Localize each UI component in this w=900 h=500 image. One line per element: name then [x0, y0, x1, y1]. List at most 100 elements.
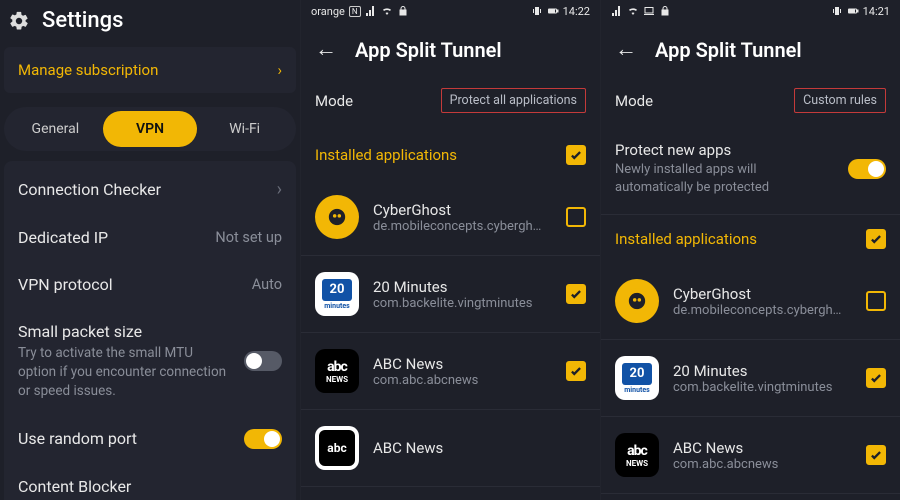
app-row: 20minutes 20 Minutescom.backelite.vingtmi… — [601, 340, 900, 417]
wifi-icon — [627, 5, 639, 17]
split-tunnel-pane-custom: 14:21 ← App Split Tunnel Mode Custom rul… — [600, 0, 900, 500]
row-dedicated-ip[interactable]: Dedicated IP Not set up — [4, 214, 296, 261]
app-name: 20 Minutes — [673, 362, 852, 380]
app-name: ABC News — [373, 439, 586, 457]
row-value: Not set up — [215, 229, 282, 246]
settings-tabs: General VPN Wi-Fi — [4, 107, 296, 151]
app-name: CyberGhost — [673, 285, 852, 303]
mode-value: Custom rules — [794, 88, 886, 113]
app-row: CyberGhostde.mobileconcepts.cybergh… — [601, 263, 900, 340]
chevron-right-icon: › — [277, 61, 282, 79]
app-row: abc ABC News — [301, 410, 600, 487]
status-bar: orange N 14:22 — [301, 0, 600, 22]
lock-icon — [397, 5, 409, 17]
settings-header: Settings — [0, 0, 300, 47]
installed-apps-checkbox[interactable] — [566, 145, 586, 165]
app-package: com.abc.abcnews — [673, 457, 852, 472]
installed-apps-header: Installed applications — [301, 131, 600, 179]
row-connection-checker[interactable]: Connection Checker › — [4, 165, 296, 214]
app-row: 20minutes 20 Minutescom.backelite.vingtmi… — [301, 256, 600, 333]
row-title: Small packet size — [18, 322, 228, 341]
nfc-icon: N — [349, 6, 361, 17]
installed-apps-label: Installed applications — [615, 230, 757, 248]
wifi-icon — [381, 5, 393, 17]
app-package: com.backelite.vingtminutes — [673, 380, 852, 395]
row-title: Dedicated IP — [18, 228, 108, 247]
abc2-app-icon: abc — [315, 426, 359, 470]
mode-label: Mode — [315, 92, 353, 110]
app-name: ABC News — [673, 439, 852, 457]
app-row: abcNEWS ABC Newscom.abc.abcnews — [301, 333, 600, 410]
installed-apps-label: Installed applications — [315, 146, 457, 164]
lock-icon — [659, 5, 671, 17]
battery-icon — [847, 5, 859, 17]
row-vpn-protocol[interactable]: VPN protocol Auto — [4, 261, 296, 308]
app-package: com.abc.abcnews — [373, 373, 552, 388]
tab-wifi[interactable]: Wi-Fi — [197, 111, 292, 147]
app-checkbox[interactable] — [566, 284, 586, 304]
app-row: CyberGhostde.mobileconcepts.cybergh… — [301, 179, 600, 256]
row-title: Connection Checker — [18, 180, 161, 199]
toggle-small-packet[interactable] — [244, 351, 282, 371]
mode-value: Protect all applications — [441, 88, 586, 113]
app-checkbox[interactable] — [866, 291, 886, 311]
mode-row[interactable]: Mode Protect all applications — [301, 80, 600, 131]
protect-new-title: Protect new apps — [615, 141, 836, 159]
app-package: de.mobileconcepts.cybergh… — [373, 219, 552, 234]
device-icon — [643, 5, 655, 17]
carrier-label: orange — [311, 5, 345, 18]
protect-new-apps-row: Protect new apps Newly installed apps wi… — [601, 131, 900, 215]
m20-app-icon: 20minutes — [315, 272, 359, 316]
manage-subscription-label: Manage subscription — [18, 61, 158, 79]
app-name: ABC News — [373, 355, 552, 373]
app-checkbox[interactable] — [566, 207, 586, 227]
battery-icon — [547, 5, 559, 17]
row-title: Content Blocker — [18, 477, 282, 496]
row-random-port: Use random port — [4, 415, 296, 463]
app-checkbox[interactable] — [566, 361, 586, 381]
app-package: com.backelite.vingtminutes — [373, 296, 552, 311]
title-bar: ← App Split Tunnel — [301, 22, 600, 80]
back-button[interactable]: ← — [615, 39, 637, 61]
app-row: abcNEWS ABC Newscom.abc.abcnews — [601, 417, 900, 494]
signal-icon — [365, 5, 377, 17]
installed-apps-checkbox[interactable] — [866, 229, 886, 249]
clock: 14:21 — [863, 5, 890, 18]
app-name: CyberGhost — [373, 201, 552, 219]
manage-subscription-row[interactable]: Manage subscription › — [4, 47, 296, 93]
tab-general[interactable]: General — [8, 111, 103, 147]
page-title: App Split Tunnel — [355, 38, 502, 62]
settings-pane: Settings Manage subscription › General V… — [0, 0, 300, 500]
cg-app-icon — [315, 195, 359, 239]
settings-list: Connection Checker › Dedicated IP Not se… — [4, 161, 296, 500]
cg-app-icon — [615, 279, 659, 323]
row-small-packet: Small packet size Try to activate the sm… — [4, 308, 296, 415]
vibrate-icon — [831, 5, 843, 17]
toggle-protect-new[interactable] — [848, 159, 886, 179]
app-name: 20 Minutes — [373, 278, 552, 296]
m20-app-icon: 20minutes — [615, 356, 659, 400]
abc-app-icon: abcNEWS — [615, 433, 659, 477]
toggle-random-port[interactable] — [244, 429, 282, 449]
app-list: CyberGhostde.mobileconcepts.cybergh…20mi… — [301, 179, 600, 487]
row-title: Use random port — [18, 429, 137, 448]
row-content-blocker: Content Blocker Block domains used for a… — [4, 463, 296, 500]
app-checkbox[interactable] — [866, 445, 886, 465]
mode-label: Mode — [615, 92, 653, 110]
page-title: App Split Tunnel — [655, 38, 802, 62]
row-subtitle: Try to activate the small MTU option if … — [18, 344, 228, 401]
signal-icon — [611, 5, 623, 17]
chevron-right-icon: › — [277, 179, 282, 200]
back-button[interactable]: ← — [315, 39, 337, 61]
tab-vpn[interactable]: VPN — [103, 111, 198, 147]
row-value: Auto — [252, 276, 282, 293]
app-package: de.mobileconcepts.cybergh… — [673, 303, 852, 318]
settings-title: Settings — [42, 8, 123, 33]
gear-icon — [8, 10, 30, 32]
app-checkbox[interactable] — [866, 368, 886, 388]
mode-row[interactable]: Mode Custom rules — [601, 80, 900, 131]
protect-new-subtitle: Newly installed apps will automatically … — [615, 161, 836, 196]
split-tunnel-pane-protect-all: orange N 14:22 ← App Split Tunnel Mode P… — [300, 0, 600, 500]
abc-app-icon: abcNEWS — [315, 349, 359, 393]
row-title: VPN protocol — [18, 275, 113, 294]
